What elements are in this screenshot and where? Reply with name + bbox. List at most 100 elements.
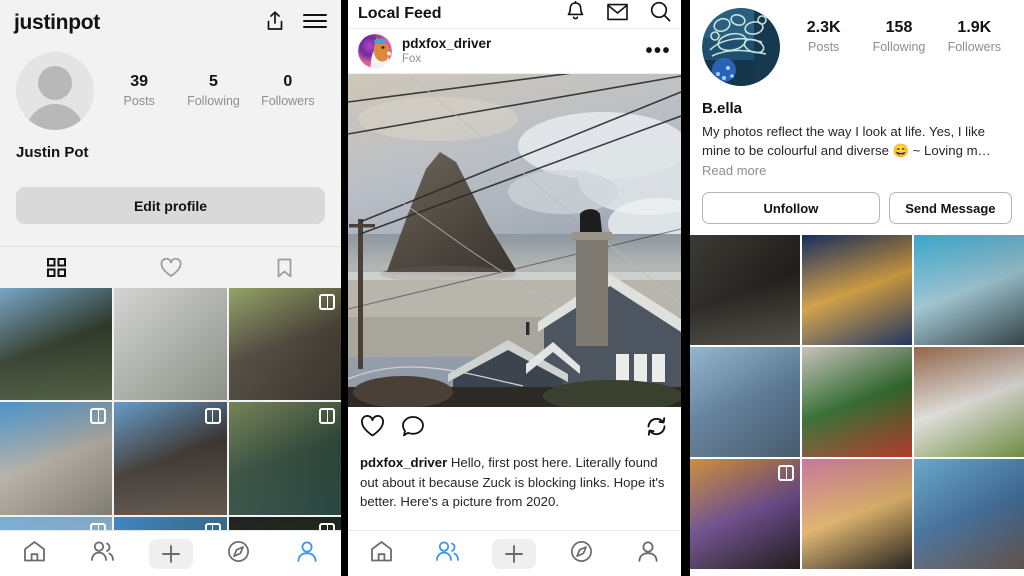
page-title: justinpot bbox=[14, 11, 100, 34]
stat-posts[interactable]: 39 Posts bbox=[102, 72, 176, 110]
grid-photo-snowy-forest-road[interactable] bbox=[114, 288, 227, 401]
nav-people[interactable] bbox=[68, 540, 136, 568]
stat-followers-label: Followers bbox=[261, 94, 315, 108]
tab-likes[interactable] bbox=[114, 257, 228, 278]
tab-saved[interactable] bbox=[227, 258, 341, 278]
post-author-subtitle: Fox bbox=[402, 53, 422, 65]
avatar-head-shape bbox=[38, 66, 72, 100]
stat-followers[interactable]: 0 Followers bbox=[251, 72, 325, 110]
nav-home[interactable] bbox=[0, 540, 68, 568]
stat-posts-label: Posts bbox=[808, 40, 840, 54]
plus-icon[interactable] bbox=[148, 538, 193, 569]
grid-photo-brick-building-windows[interactable] bbox=[914, 347, 1024, 457]
tab-grid[interactable] bbox=[0, 258, 114, 277]
boost-icon[interactable] bbox=[644, 415, 669, 443]
photo-overlay bbox=[690, 347, 800, 457]
stat-followers[interactable]: 1.9K Followers bbox=[937, 18, 1012, 56]
grid-photo-waterfall-pool[interactable] bbox=[228, 402, 341, 515]
grid-photo-dark-church-bw[interactable] bbox=[690, 235, 800, 345]
bell-icon[interactable] bbox=[566, 0, 585, 27]
avatar[interactable] bbox=[702, 8, 780, 86]
feed-header-actions bbox=[566, 0, 671, 27]
nav-person[interactable] bbox=[273, 540, 341, 568]
profile-summary: 2.3K Posts 158 Following 1.9K Followers bbox=[690, 0, 1024, 86]
profile-stats: 2.3K Posts 158 Following 1.9K Followers bbox=[786, 8, 1012, 56]
multi-photo-icon bbox=[319, 294, 335, 310]
three-phone-screenshots: justinpot 39 Posts 5 Following 0 Followe… bbox=[0, 0, 1024, 576]
profile-tab-bar bbox=[0, 246, 341, 288]
profile-full-name: Justin Pot bbox=[16, 144, 89, 161]
comment-icon[interactable] bbox=[401, 415, 425, 443]
post-author-bar: pdxfox_driver Fox ••• bbox=[348, 28, 681, 74]
edit-profile-button[interactable]: Edit profile bbox=[16, 187, 325, 224]
unfollow-button[interactable]: Unfollow bbox=[702, 192, 880, 224]
nav-home[interactable] bbox=[348, 540, 415, 568]
photo-overlay bbox=[802, 235, 912, 345]
grid-photo-christmas-tree-wall[interactable] bbox=[802, 347, 912, 457]
post-author-handle[interactable]: pdxfox_driver bbox=[402, 36, 491, 52]
grid-photo-basalt-cliff-valley[interactable] bbox=[114, 402, 227, 515]
post-caption-author[interactable]: pdxfox_driver bbox=[360, 455, 447, 470]
multi-photo-icon bbox=[319, 408, 335, 425]
stat-following-label: Following bbox=[187, 94, 240, 108]
nav-plus[interactable] bbox=[136, 538, 204, 569]
panel-divider-1 bbox=[341, 0, 348, 576]
envelope-icon[interactable] bbox=[607, 3, 628, 26]
stat-followers-label: Followers bbox=[947, 40, 1002, 54]
nav-compass[interactable] bbox=[548, 540, 615, 568]
hamburger-menu-icon[interactable] bbox=[303, 12, 327, 35]
nav-plus[interactable] bbox=[481, 538, 548, 569]
grid-photo-elbphilharmonie-hamburg[interactable] bbox=[914, 459, 1024, 569]
person-icon bbox=[296, 540, 318, 568]
grid-photo-mount-hood-through-trees[interactable] bbox=[0, 288, 113, 401]
grid-photo-mountain-ridge-blue-sky[interactable] bbox=[0, 402, 113, 515]
photo-overlay bbox=[914, 235, 1024, 345]
photo-overlay bbox=[802, 459, 912, 569]
stat-posts[interactable]: 2.3K Posts bbox=[786, 18, 861, 56]
multi-photo-icon bbox=[778, 465, 794, 481]
photo-overlay bbox=[690, 235, 800, 345]
grid-photo-sunset-silhouette-trees[interactable] bbox=[690, 459, 800, 569]
compass-icon bbox=[227, 540, 250, 568]
grid-photo-yellow-villa-night[interactable] bbox=[802, 235, 912, 345]
stat-followers-value: 0 bbox=[283, 73, 293, 90]
plus-icon[interactable] bbox=[492, 538, 537, 569]
profile-display-name: B.ella bbox=[702, 100, 743, 117]
stat-following[interactable]: 158 Following bbox=[861, 18, 936, 56]
stat-following[interactable]: 5 Following bbox=[176, 72, 250, 110]
avatar[interactable] bbox=[16, 52, 94, 130]
panel-divider-2 bbox=[681, 0, 690, 576]
nav-people[interactable] bbox=[415, 540, 482, 568]
feed-title: Local Feed bbox=[358, 5, 442, 22]
search-icon[interactable] bbox=[650, 1, 671, 27]
people-icon bbox=[435, 540, 460, 568]
stat-posts-value: 39 bbox=[130, 73, 149, 90]
grid-photo-city-street-blue-hour[interactable] bbox=[690, 347, 800, 457]
photo-overlay bbox=[914, 347, 1024, 457]
profile-header: justinpot bbox=[0, 0, 341, 46]
post-author-names: pdxfox_driver Fox bbox=[402, 36, 491, 66]
header-actions bbox=[265, 10, 327, 37]
stat-followers-value: 1.9K bbox=[957, 19, 992, 36]
read-more-link[interactable]: Read more bbox=[690, 160, 1024, 178]
post-action-bar bbox=[348, 407, 681, 451]
send-message-button[interactable]: Send Message bbox=[888, 192, 1012, 224]
photo-overlay bbox=[0, 288, 113, 401]
avatar[interactable] bbox=[358, 34, 392, 68]
panel-profile-justinpot: justinpot 39 Posts 5 Following 0 Followe… bbox=[0, 0, 341, 576]
stat-following-label: Following bbox=[872, 40, 926, 54]
profile-photo-grid bbox=[690, 235, 1024, 569]
grid-photo-pink-sky-contrails[interactable] bbox=[802, 459, 912, 569]
post-more-options-button[interactable]: ••• bbox=[645, 40, 671, 63]
stat-posts-label: Posts bbox=[123, 94, 155, 108]
post-photo-haystack-rock[interactable] bbox=[348, 74, 681, 407]
home-icon bbox=[370, 540, 393, 568]
stat-posts-value: 2.3K bbox=[806, 19, 841, 36]
heart-icon[interactable] bbox=[360, 415, 385, 443]
grid-photo-bare-tree-cyan-sky[interactable] bbox=[914, 235, 1024, 345]
nav-person[interactable] bbox=[614, 540, 681, 568]
share-icon[interactable] bbox=[265, 10, 285, 37]
grid-photo-rock-cliff-autumn[interactable] bbox=[228, 288, 341, 401]
nav-compass[interactable] bbox=[205, 540, 273, 568]
avatar-body-shape bbox=[26, 104, 84, 130]
